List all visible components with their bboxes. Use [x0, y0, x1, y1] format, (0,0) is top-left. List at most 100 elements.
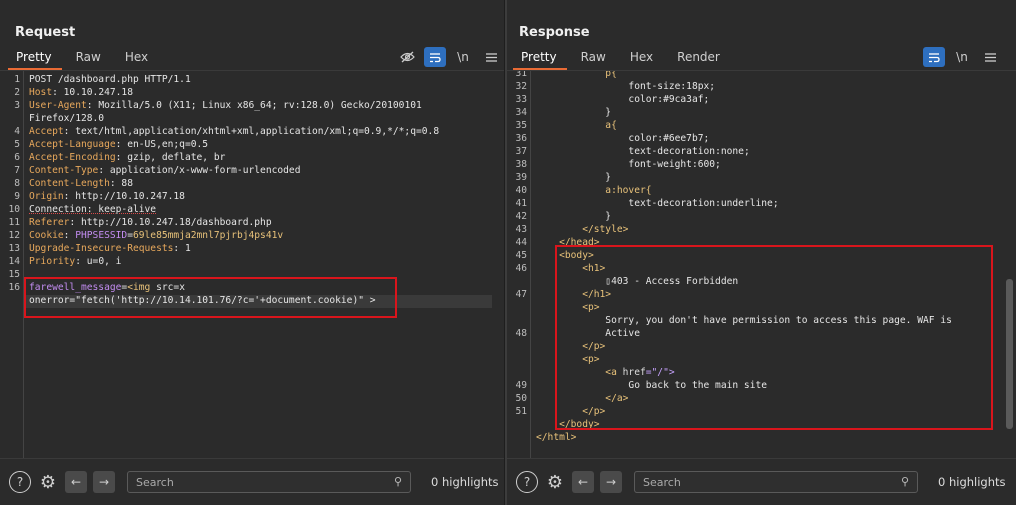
line-number: 38 — [515, 159, 527, 170]
request-search[interactable]: ⚲ — [127, 471, 411, 493]
line-number: 33 — [515, 94, 527, 105]
code-line: } — [536, 210, 1012, 223]
code-token: font-size — [536, 81, 681, 92]
code-token: : 88 — [109, 178, 133, 189]
code-token: </html> — [536, 432, 577, 443]
response-editor[interactable]: 31 32 33 34 35 36 37 38 39 40 41 42 43 44 45 46 47 48 49 50… — [507, 70, 1016, 458]
code-line: } — [536, 106, 1012, 119]
wrap-icon[interactable] — [424, 47, 446, 67]
line-number: 5 — [14, 139, 20, 150]
newline-toggle[interactable]: \n — [951, 47, 973, 67]
help-icon[interactable]: ? — [9, 471, 31, 493]
forward-arrow-icon[interactable]: → — [93, 471, 115, 493]
code-line: Accept: text/html,application/xhtml+xml,… — [29, 125, 500, 138]
code-token: a{ — [536, 120, 617, 131]
menu-icon[interactable] — [480, 47, 502, 67]
response-title: Response — [519, 25, 590, 40]
tab-raw[interactable]: Raw — [573, 46, 616, 70]
code-line: Accept-Language: en-US,en;q=0.5 — [29, 138, 500, 151]
request-editor[interactable]: 1 2 3 4 5 6 7 8 9 10 11 12 13 14 15 16 POST /dashboard.… — [0, 70, 504, 458]
response-search[interactable]: ⚲ — [634, 471, 918, 493]
line-number: 9 — [14, 191, 20, 202]
highlights-count: 0 highlights — [938, 475, 1006, 489]
code-line: color:#9ca3af; — [536, 93, 1012, 106]
tab-raw[interactable]: Raw — [68, 46, 111, 70]
line-number: 6 — [14, 152, 20, 163]
wrap-icon[interactable] — [923, 47, 945, 67]
code-token: } — [536, 211, 612, 222]
tab-hex[interactable]: Hex — [622, 46, 663, 70]
tab-pretty[interactable]: Pretty — [513, 46, 567, 70]
highlight-box — [555, 245, 993, 430]
code-token: color — [536, 133, 658, 144]
settings-gear-icon[interactable]: ⚙ — [544, 471, 566, 493]
line-number: 43 — [515, 224, 527, 235]
settings-gear-icon[interactable]: ⚙ — [37, 471, 59, 493]
line-number: 51 — [515, 406, 527, 417]
code-token: font-weight — [536, 159, 692, 170]
code-line: p{ — [536, 70, 1012, 80]
code-line: Connection: keep-alive — [29, 203, 500, 216]
code-token: User-Agent — [29, 100, 87, 111]
code-line: Referer: http://10.10.247.18/dashboard.p… — [29, 216, 500, 229]
request-gutter: 1 2 3 4 5 6 7 8 9 10 11 12 13 14 15 16 — [0, 71, 24, 458]
menu-icon[interactable] — [979, 47, 1001, 67]
line-number: 41 — [515, 198, 527, 209]
line-number: 50 — [515, 393, 527, 404]
scrollbar[interactable] — [1006, 279, 1013, 429]
code-line: Firefox/128.0 — [29, 112, 500, 125]
code-token: p{ — [536, 70, 617, 79]
code-token: : en-US,en;q=0.5 — [115, 139, 209, 150]
code-token: 69le85mmja2mnl7pjrbj4ps41v — [132, 230, 284, 241]
code-line: Origin: http://10.10.247.18 — [29, 190, 500, 203]
forward-arrow-icon[interactable]: → — [600, 471, 622, 493]
code-token: Host — [29, 87, 53, 98]
help-icon[interactable]: ? — [516, 471, 538, 493]
line-number: 2 — [14, 87, 20, 98]
code-token: POST /dashboard.php HTTP/1.1 — [29, 74, 191, 85]
code-line: POST /dashboard.php HTTP/1.1 — [29, 73, 500, 86]
request-code[interactable]: POST /dashboard.php HTTP/1.1 Host: 10.10.… — [29, 73, 500, 307]
code-token: text-decoration — [536, 198, 716, 209]
code-line: Upgrade-Insecure-Requests: 1 — [29, 242, 500, 255]
line-number: 14 — [8, 256, 20, 267]
code-line: Priority: u=0, i — [29, 255, 500, 268]
response-gutter: 31 32 33 34 35 36 37 38 39 40 41 42 43 44 45 46 47 48 49 50… — [507, 71, 531, 458]
tab-pretty[interactable]: Pretty — [8, 46, 62, 70]
code-token: Priority — [29, 256, 76, 267]
back-arrow-icon[interactable]: ← — [65, 471, 87, 493]
line-number: 8 — [14, 178, 20, 189]
code-token: } — [536, 172, 612, 183]
line-number: 35 — [515, 120, 527, 131]
line-number: 42 — [515, 211, 527, 222]
line-number: 46 — [515, 263, 527, 274]
code-line: Accept-Encoding: gzip, deflate, br — [29, 151, 500, 164]
response-tabs: Pretty Raw Hex Render — [513, 46, 736, 70]
line-number: 15 — [8, 269, 20, 280]
search-icon: ⚲ — [900, 475, 909, 488]
code-token: Content-Length — [29, 178, 110, 189]
tab-render[interactable]: Render — [669, 46, 730, 70]
request-title: Request — [15, 25, 76, 40]
search-input[interactable] — [643, 475, 909, 489]
code-line: Cookie: PHPSESSID=69le85mmja2mnl7pjrbj4p… — [29, 229, 500, 242]
search-input[interactable] — [136, 475, 402, 489]
code-token: Referer — [29, 217, 70, 228]
code-line: font-weight:600; — [536, 158, 1012, 171]
code-token: Accept-Language — [29, 139, 116, 150]
newline-toggle[interactable]: \n — [452, 47, 474, 67]
code-token: color — [536, 94, 658, 105]
back-arrow-icon[interactable]: ← — [572, 471, 594, 493]
burp-repeater: Request Pretty Raw Hex \n 1 2 3 4 5 6 7 8 9 10 11 1… — [0, 0, 1016, 505]
code-line: </html> — [536, 431, 1012, 444]
line-number: 4 — [14, 126, 20, 137]
code-token: :18px; — [680, 81, 716, 92]
code-token: Content-Type — [29, 165, 99, 176]
eye-off-icon[interactable] — [396, 47, 418, 67]
code-line: Content-Type: application/x-www-form-url… — [29, 164, 500, 177]
tab-hex[interactable]: Hex — [117, 46, 158, 70]
code-line — [536, 444, 1012, 457]
code-token: Accept-Encoding — [29, 152, 116, 163]
code-token: Accept — [29, 126, 64, 137]
line-number: 45 — [515, 250, 527, 261]
